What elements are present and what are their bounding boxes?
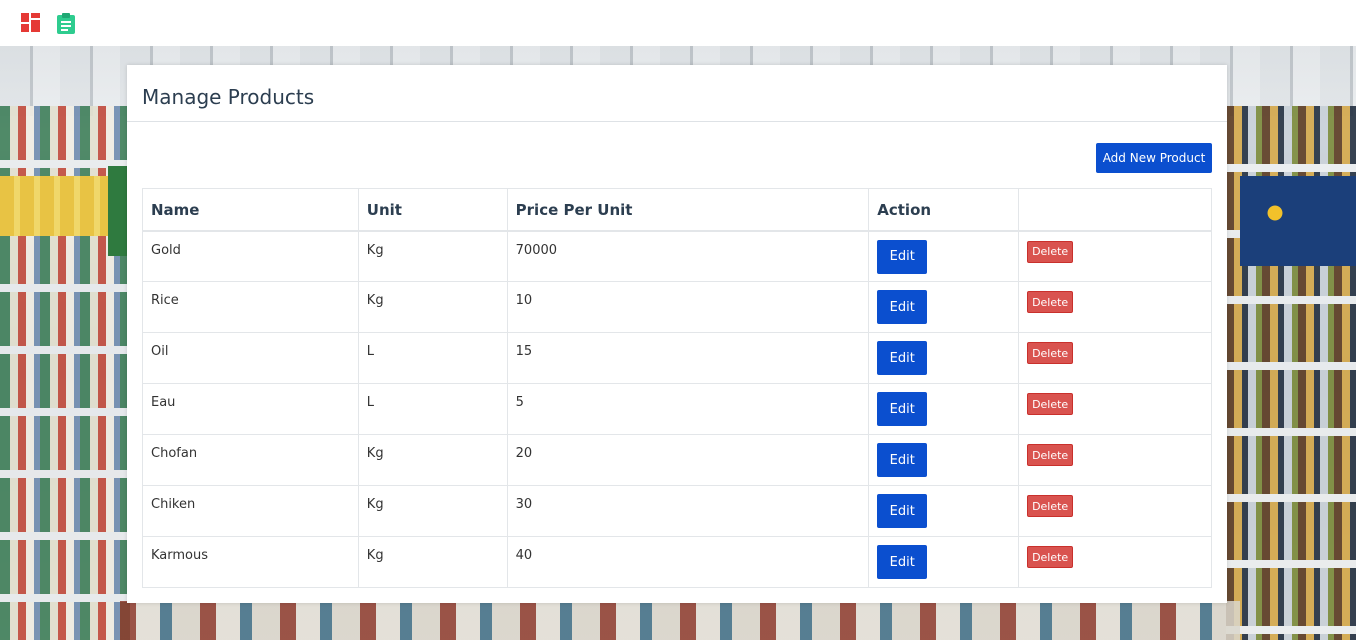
column-header-unit: Unit [357,188,508,232]
product-unit: Kg [357,230,508,282]
product-name: Karmous [142,536,359,588]
delete-cell: Delete [1018,383,1212,435]
product-price: 15 [506,332,870,384]
delete-button[interactable]: Delete [1027,291,1074,313]
dashboard-icon[interactable] [20,12,42,34]
product-price: 70000 [506,230,870,282]
add-new-product-button[interactable]: Add New Product [1096,143,1212,173]
delete-cell: Delete [1018,230,1212,282]
column-header-action: Action [868,188,1020,232]
edit-button[interactable]: Edit [877,443,928,477]
edit-button[interactable]: Edit [877,545,928,579]
product-name: Chofan [142,434,359,486]
action-cell: Edit [868,281,1020,333]
top-navbar [0,0,1356,46]
delete-button[interactable]: Delete [1027,444,1074,466]
background-sign-left [108,166,128,256]
action-cell: Edit [868,383,1020,435]
delete-button[interactable]: Delete [1027,342,1074,364]
action-cell: Edit [868,434,1020,486]
background-floor-shelves [120,601,1240,640]
clipboard-icon[interactable] [55,12,77,34]
product-unit: L [357,383,508,435]
product-unit: Kg [357,434,508,486]
product-name: Eau [142,383,359,435]
product-price: 20 [506,434,870,486]
delete-cell: Delete [1018,434,1212,486]
edit-button[interactable]: Edit [877,341,928,375]
column-header-price: Price Per Unit [506,188,870,232]
table-row: Chofan Kg 20 Edit Delete [142,434,1212,486]
product-unit: Kg [357,536,508,588]
table-row: Eau L 5 Edit Delete [142,383,1212,435]
table-row: Karmous Kg 40 Edit Delete [142,536,1212,588]
product-name: Chiken [142,485,359,537]
edit-button[interactable]: Edit [877,290,928,324]
action-cell: Edit [868,536,1020,588]
product-price: 10 [506,281,870,333]
table-row: Oil L 15 Edit Delete [142,332,1212,384]
delete-cell: Delete [1018,332,1212,384]
product-price: 30 [506,485,870,537]
delete-cell: Delete [1018,281,1212,333]
table-row: Rice Kg 10 Edit Delete [142,281,1212,333]
product-name: Oil [142,332,359,384]
delete-cell: Delete [1018,485,1212,537]
product-unit: L [357,332,508,384]
delete-button[interactable]: Delete [1027,393,1074,415]
column-header-name: Name [142,188,359,232]
background-store-logo [1258,196,1292,230]
background-store-sign [1240,176,1356,266]
edit-button[interactable]: Edit [877,392,928,426]
action-cell: Edit [868,332,1020,384]
action-cell: Edit [868,485,1020,537]
product-name: Rice [142,281,359,333]
delete-button[interactable]: Delete [1027,546,1074,568]
products-table: Name Unit Price Per Unit Action Gold Kg … [142,188,1212,588]
action-cell: Edit [868,230,1020,282]
product-name: Gold [142,230,359,282]
product-unit: Kg [357,485,508,537]
delete-cell: Delete [1018,536,1212,588]
table-header-row: Name Unit Price Per Unit Action [142,188,1212,232]
background-products-left [0,176,108,236]
product-price: 5 [506,383,870,435]
edit-button[interactable]: Edit [877,494,928,528]
column-header-delete [1018,188,1212,232]
panel-header: Manage Products [127,65,1227,122]
manage-products-panel: Manage Products Add New Product Name Uni… [127,65,1227,603]
table-row: Gold Kg 70000 Edit Delete [142,230,1212,282]
delete-button[interactable]: Delete [1027,495,1074,517]
product-unit: Kg [357,281,508,333]
product-price: 40 [506,536,870,588]
page-title: Manage Products [142,85,315,109]
edit-button[interactable]: Edit [877,239,928,274]
delete-button[interactable]: Delete [1027,240,1074,263]
table-row: Chiken Kg 30 Edit Delete [142,485,1212,537]
